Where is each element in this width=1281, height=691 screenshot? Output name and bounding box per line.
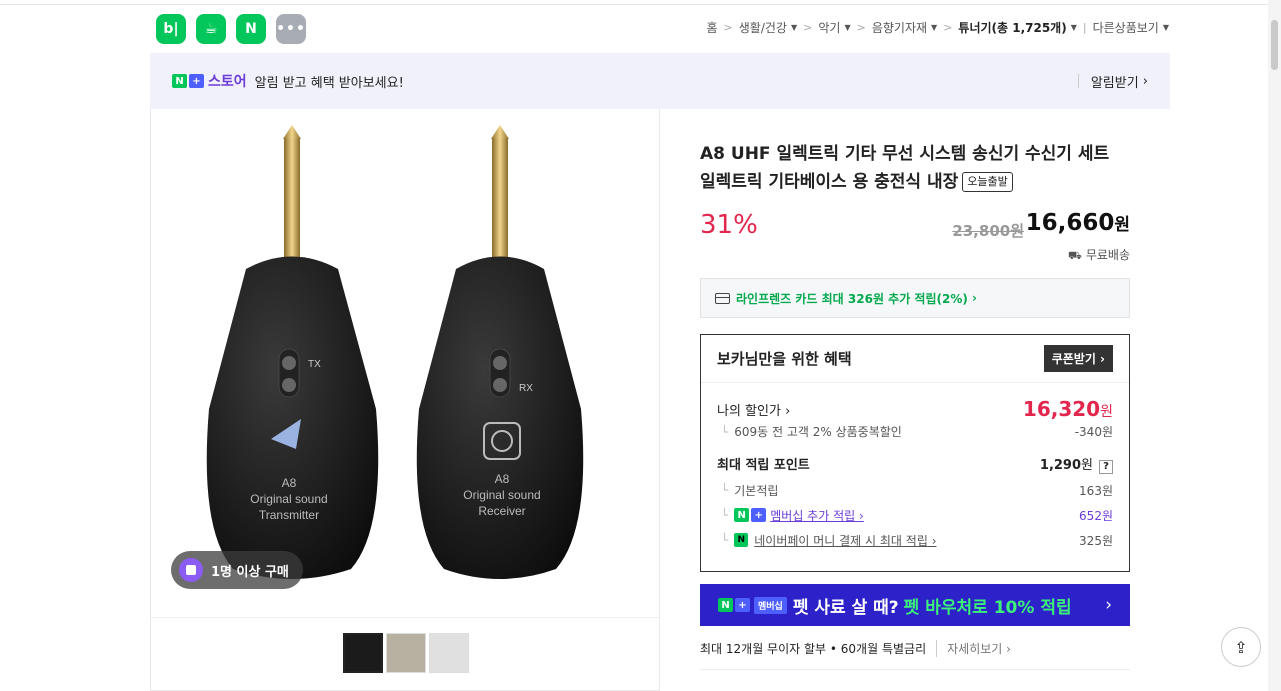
membership-tag: 멤버십 xyxy=(754,596,787,614)
separator: | xyxy=(1082,21,1087,34)
help-icon[interactable]: ? xyxy=(1099,459,1113,474)
notification-bar: N + 스토어 알림 받고 혜택 받아보세요! 알림받기 › xyxy=(150,53,1170,109)
thumbnail-1[interactable] xyxy=(343,633,383,673)
discount-rate: 31% xyxy=(700,210,758,240)
npay-points-link[interactable]: 네이버페이 머니 결제 시 최대 적립 › xyxy=(754,532,936,549)
card-benefit-text: 라인프렌즈 카드 최대 326원 추가 적립(2%) xyxy=(736,291,968,306)
original-price: 23,800원 xyxy=(952,222,1024,240)
svg-text:A8: A8 xyxy=(495,472,510,486)
caret-down-icon: ▼ xyxy=(790,23,798,32)
svg-text:Receiver: Receiver xyxy=(478,504,525,518)
buyer-count-text: 1명 이상 구매 xyxy=(211,564,289,580)
thumbnail-list xyxy=(343,633,469,673)
product-main-image[interactable]: TX A8 Original sound Transmitter RX A8 O… xyxy=(151,109,659,618)
breadcrumb-label: 생활/건강 xyxy=(738,21,787,35)
installment-info: 최대 12개월 무이자 할부 • 60개월 특별금리 자세히보기 › xyxy=(700,640,1130,670)
pet-voucher-banner[interactable]: N + 멤버십 펫 사료 살 때? 펫 바우처로 10% 적립 › xyxy=(700,584,1130,626)
benefits-heading: 보카님만을 위한 혜택 xyxy=(717,350,852,368)
breadcrumb-label: 튜너기(총 1,725개) xyxy=(958,21,1067,35)
app-icons: b| ☕ N ••• xyxy=(156,14,306,44)
discount-amount: -340원 xyxy=(1074,425,1113,439)
discount-detail: 609동 전 고객 2% 상품중복할인 xyxy=(734,425,902,439)
naver-icon[interactable]: N xyxy=(236,14,266,44)
breadcrumb-label: 다른상품보기 xyxy=(1092,21,1159,35)
npay-points-value: 325원 xyxy=(1079,533,1113,548)
same-day-shipping-tag: 오늘출발 xyxy=(962,172,1013,192)
max-points-label: 최대 적립 포인트 xyxy=(717,458,810,474)
svg-text:A8: A8 xyxy=(282,476,297,490)
breadcrumb-other-products[interactable]: 다른상품보기 ▼ xyxy=(1093,19,1169,36)
product-gallery: TX A8 Original sound Transmitter RX A8 O… xyxy=(150,109,660,691)
caret-down-icon: ▼ xyxy=(1070,23,1077,32)
naver-pay-icon: N xyxy=(734,533,749,547)
pet-banner-text: 펫 사료 살 때? xyxy=(792,597,899,618)
breadcrumb-category-1[interactable]: 생활/건강 ▼ xyxy=(739,19,797,36)
svg-text:RX: RX xyxy=(519,383,533,394)
card-benefit-banner[interactable]: 라인프렌즈 카드 최대 326원 추가 적립(2%) › xyxy=(700,278,1130,318)
product-title: A8 UHF 일렉트릭 기타 무선 시스템 송신기 수신기 세트 일렉트릭 기타… xyxy=(700,144,1110,192)
shopping-bag-icon xyxy=(179,558,203,582)
buyer-count-badge: 1명 이상 구매 xyxy=(171,551,303,589)
chevron-right-icon: > xyxy=(856,21,866,34)
chevron-right-icon: › xyxy=(972,291,977,305)
store-logo-text: 스토어 xyxy=(208,74,247,90)
thumbnail-2[interactable] xyxy=(386,633,426,673)
nplus-icon: N + xyxy=(718,598,750,612)
nplus-logo: N + xyxy=(172,74,204,88)
svg-text:Original sound: Original sound xyxy=(250,492,327,506)
caret-down-icon: ▼ xyxy=(931,23,938,32)
my-discount-price: 16,320원 xyxy=(1022,397,1113,421)
membership-points-link[interactable]: 멤버십 추가 적립 › xyxy=(770,507,864,524)
pet-banner-highlight: 펫 바우처로 10% 적립 xyxy=(903,597,1072,618)
price-row: 31% 23,800원 16,660원 xyxy=(700,206,1130,252)
wireless-system-image: TX A8 Original sound Transmitter RX A8 O… xyxy=(206,125,584,579)
notify-me-button[interactable]: 알림받기 › xyxy=(1077,73,1148,91)
sale-price: 16,660원 xyxy=(1025,210,1130,236)
credit-card-icon xyxy=(715,292,730,304)
breadcrumb-category-2[interactable]: 악기 ▼ xyxy=(818,19,850,36)
share-icon: ⇪ xyxy=(1234,637,1248,657)
breadcrumb-label: 음향기자재 xyxy=(871,21,928,35)
breadcrumb: 홈 > 생활/건강 ▼ > 악기 ▼ > 음향기자재 ▼ > 튜너기(총 1,725개… xyxy=(707,19,1170,36)
svg-text:Original sound: Original sound xyxy=(463,488,540,502)
chevron-right-icon: > xyxy=(943,21,953,34)
product-info: A8 UHF 일렉트릭 기타 무선 시스템 송신기 수신기 세트 일렉트릭 기타… xyxy=(700,140,1130,670)
scroll-thumb[interactable] xyxy=(1271,20,1278,70)
breadcrumb-home[interactable]: 홈 xyxy=(707,19,718,36)
nplus-icon: N + xyxy=(734,508,767,522)
notification-text: 알림 받고 혜택 받아보세요! xyxy=(254,75,404,91)
chevron-right-icon: › xyxy=(1142,73,1148,89)
benefits-panel: 보카님만을 위한 혜택 쿠폰받기 › 나의 할인가 › 16,320원 └ 609… xyxy=(700,334,1130,572)
svg-text:Transmitter: Transmitter xyxy=(259,508,319,522)
max-points-value: 1,290원? xyxy=(1040,454,1113,474)
breadcrumb-label: 악기 xyxy=(818,21,841,35)
cafe-icon[interactable]: ☕ xyxy=(196,14,226,44)
basic-points-label: 기본적립 xyxy=(734,483,779,498)
breadcrumb-current[interactable]: 튜너기(총 1,725개) ▼ xyxy=(958,19,1076,36)
scrollbar[interactable] xyxy=(1268,0,1281,691)
top-divider xyxy=(0,4,1268,5)
blog-icon[interactable]: b| xyxy=(156,14,186,44)
breadcrumb-category-3[interactable]: 음향기자재 ▼ xyxy=(872,19,937,36)
installment-details-link[interactable]: 자세히보기 › xyxy=(936,640,1011,657)
chevron-right-icon: > xyxy=(803,21,813,34)
share-button[interactable]: ⇪ xyxy=(1221,627,1261,667)
thumbnail-3[interactable] xyxy=(429,633,469,673)
installment-text: 최대 12개월 무이자 할부 • 60개월 특별금리 xyxy=(700,642,927,656)
caret-down-icon: ▼ xyxy=(1162,23,1169,32)
membership-points-value: 652원 xyxy=(1079,508,1113,523)
my-discount-price-link[interactable]: 나의 할인가 › xyxy=(717,400,790,419)
more-apps-icon[interactable]: ••• xyxy=(276,14,306,44)
svg-text:TX: TX xyxy=(308,359,321,370)
chevron-right-icon: › xyxy=(1105,595,1112,615)
basic-points-value: 163원 xyxy=(1079,483,1113,498)
chevron-right-icon: > xyxy=(723,21,733,34)
caret-down-icon: ▼ xyxy=(844,23,851,32)
get-coupon-button[interactable]: 쿠폰받기 › xyxy=(1043,345,1113,372)
